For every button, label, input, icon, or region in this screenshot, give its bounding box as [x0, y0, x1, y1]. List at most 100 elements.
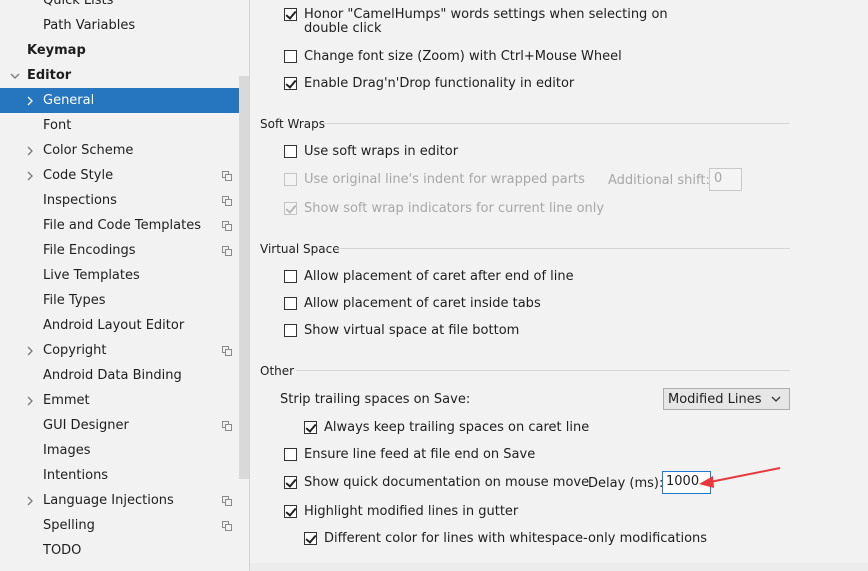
project-scope-icon [222, 495, 232, 506]
sidebar-item[interactable]: Copyright [0, 338, 249, 363]
different-color-option[interactable]: Different color for lines with whitespac… [304, 528, 707, 548]
sidebar-item[interactable]: Android Layout Editor [0, 313, 249, 338]
after-end-option[interactable]: Allow placement of caret after end of li… [284, 266, 574, 286]
strip-trailing-value: Modified Lines [668, 391, 762, 407]
chevron-down-icon[interactable] [8, 63, 22, 88]
original-indent-checkbox[interactable] [284, 172, 297, 186]
sidebar-item[interactable]: Color Scheme [0, 138, 249, 163]
sidebar-item[interactable]: Editor [0, 63, 249, 88]
sidebar-item-label: Quick Lists [43, 0, 114, 8]
line-feed-option[interactable]: Ensure line feed at file end on Save [284, 444, 535, 464]
zoom-label: Change font size (Zoom) with Ctrl+Mouse … [304, 48, 622, 64]
use-soft-wraps-option[interactable]: Use soft wraps in editor [284, 141, 458, 161]
dragdrop-checkbox[interactable] [284, 76, 297, 90]
chevron-right-icon[interactable] [23, 338, 37, 363]
sidebar-item-label: Copyright [43, 343, 107, 358]
sidebar-item[interactable]: Inspections [0, 188, 249, 213]
chevron-right-icon[interactable] [23, 138, 37, 163]
zoom-option[interactable]: Change font size (Zoom) with Ctrl+Mouse … [284, 46, 622, 66]
sidebar-item-label: Live Templates [43, 268, 140, 283]
sidebar-item-label: File and Code Templates [43, 218, 201, 233]
original-indent-option[interactable]: Use original line's indent for wrapped p… [284, 169, 585, 189]
keep-trailing-label: Always keep trailing spaces on caret lin… [324, 419, 590, 435]
file-bottom-checkbox[interactable] [284, 323, 297, 337]
sidebar-item[interactable]: Font [0, 113, 249, 138]
show-indicators-label: Show soft wrap indicators for current li… [304, 200, 605, 216]
sidebar-scrollbar[interactable] [239, 76, 249, 479]
sidebar-item[interactable]: TODO [0, 538, 249, 563]
camelhumps-label-cont: double click [304, 20, 382, 36]
after-end-checkbox[interactable] [284, 269, 297, 283]
highlight-modified-option[interactable]: Highlight modified lines in gutter [284, 501, 518, 521]
sidebar-item[interactable]: Spelling [0, 513, 249, 538]
sidebar-item-label: Emmet [43, 393, 90, 408]
show-indicators-checkbox[interactable] [284, 201, 297, 215]
sidebar-item[interactable]: File Encodings [0, 238, 249, 263]
sidebar-item[interactable]: File Types [0, 288, 249, 313]
highlight-modified-label: Highlight modified lines in gutter [304, 503, 519, 519]
sidebar-item[interactable]: Language Injections [0, 488, 249, 513]
line-feed-checkbox[interactable] [284, 447, 297, 461]
project-scope-icon [222, 520, 232, 531]
additional-shift-label-row: Additional shift: [608, 170, 710, 190]
project-scope-icon [222, 170, 232, 181]
quick-doc-label: Show quick documentation on mouse move [304, 474, 590, 490]
sidebar-item[interactable]: Code Style [0, 163, 249, 188]
sidebar-item-label: Spelling [43, 518, 95, 533]
sidebar-item[interactable]: File and Code Templates [0, 213, 249, 238]
camelhumps-checkbox[interactable] [284, 7, 297, 21]
quick-doc-checkbox[interactable] [284, 475, 297, 489]
show-indicators-option[interactable]: Show soft wrap indicators for current li… [284, 198, 604, 218]
soft-wraps-divider [324, 123, 790, 124]
editor-general-panel: Honor "CamelHumps" words settings when s… [250, 0, 868, 571]
sidebar-item-label: Inspections [43, 193, 117, 208]
sidebar-item-label: File Types [43, 293, 106, 308]
keep-trailing-checkbox[interactable] [304, 420, 317, 434]
additional-shift-input[interactable]: 0 [709, 168, 742, 191]
project-scope-icon [222, 345, 232, 356]
line-feed-label: Ensure line feed at file end on Save [304, 446, 536, 462]
sidebar-item-label: Android Layout Editor [43, 318, 185, 333]
original-indent-label: Use original line's indent for wrapped p… [304, 171, 585, 187]
sidebar-item-label: Color Scheme [43, 143, 134, 158]
additional-shift-label: Additional shift: [608, 172, 710, 188]
other-divider [296, 370, 790, 371]
sidebar-item[interactable]: Path Variables [0, 13, 249, 38]
chevron-right-icon[interactable] [23, 488, 37, 513]
annotation-arrow-icon [699, 467, 781, 488]
sidebar-item[interactable]: Android Data Binding [0, 363, 249, 388]
dragdrop-option[interactable]: Enable Drag'n'Drop functionality in edit… [284, 73, 574, 93]
delay-label: Delay (ms): [588, 475, 664, 491]
sidebar-item-label: Font [43, 118, 72, 133]
sidebar-item[interactable]: Intentions [0, 463, 249, 488]
sidebar-item[interactable]: Emmet [0, 388, 249, 413]
keep-trailing-option[interactable]: Always keep trailing spaces on caret lin… [304, 417, 589, 437]
inside-tabs-option[interactable]: Allow placement of caret inside tabs [284, 293, 541, 313]
sidebar-item-label: GUI Designer [43, 418, 129, 433]
sidebar-item[interactable]: Images [0, 438, 249, 463]
chevron-right-icon[interactable] [23, 163, 37, 188]
sidebar-item-label: Editor [27, 68, 72, 83]
settings-sidebar: Quick Lists Path Variables Keymap Editor Gen… [0, 0, 250, 571]
chevron-right-icon[interactable] [23, 388, 37, 413]
project-scope-icon [222, 245, 232, 256]
sidebar-item[interactable]: Live Templates [0, 263, 249, 288]
sidebar-item[interactable]: Quick Lists [0, 0, 249, 13]
sidebar-item[interactable]: Keymap [0, 38, 249, 63]
sidebar-item-label: Images [43, 443, 91, 458]
zoom-checkbox[interactable] [284, 49, 297, 63]
quick-doc-option[interactable]: Show quick documentation on mouse move [284, 472, 589, 492]
sidebar-item[interactable]: GUI Designer [0, 413, 249, 438]
chevron-right-icon[interactable] [23, 88, 37, 113]
project-scope-icon [222, 220, 232, 231]
strip-trailing-select[interactable]: Modified Lines [663, 388, 790, 410]
use-soft-wraps-checkbox[interactable] [284, 144, 297, 158]
soft-wraps-title: Soft Wraps [260, 117, 325, 131]
delay-label-row: Delay (ms): [588, 473, 663, 493]
use-soft-wraps-label: Use soft wraps in editor [304, 143, 459, 159]
highlight-modified-checkbox[interactable] [284, 504, 297, 518]
inside-tabs-checkbox[interactable] [284, 296, 297, 310]
file-bottom-option[interactable]: Show virtual space at file bottom [284, 320, 519, 340]
different-color-checkbox[interactable] [304, 531, 317, 545]
sidebar-item[interactable]: General [0, 88, 249, 113]
